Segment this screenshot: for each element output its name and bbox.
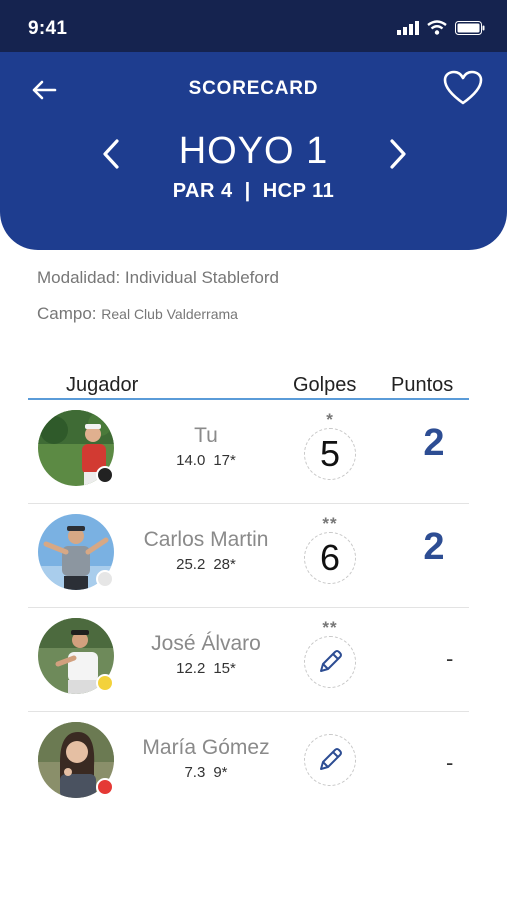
favorite-button[interactable] <box>441 66 485 110</box>
course-label: Campo: <box>37 304 97 323</box>
course-info: Campo: Real Club Valderrama <box>37 304 238 324</box>
column-header-strokes: Golpes <box>293 374 357 396</box>
stroke-allowance-stars: * <box>326 410 334 429</box>
handicap-index: 7.3 <box>184 764 206 781</box>
hole-par: PAR 4 <box>172 180 233 202</box>
column-header-points: Puntos <box>391 374 454 396</box>
player-handicap: 14.0 17* <box>126 452 286 469</box>
column-header-player: Jugador <box>66 374 139 396</box>
scorecard-header: SCORECARD HOYO 1 PAR 4 | HCP 11 <box>0 52 507 250</box>
pencil-icon <box>320 748 342 770</box>
table-row[interactable]: Tu 14.0 17* * 5 2 <box>28 400 469 504</box>
player-handicap: 12.2 15* <box>126 660 286 677</box>
table-row[interactable]: María Gómez 7.3 9* - <box>28 712 469 816</box>
page-title: SCORECARD <box>188 78 319 99</box>
wifi-icon <box>427 20 447 35</box>
tee-color-dot <box>96 466 114 484</box>
tee-color-dot <box>96 570 114 588</box>
playing-handicap: 15* <box>213 660 236 677</box>
player-name: Tu <box>194 424 218 447</box>
handicap-index: 25.2 <box>176 556 206 573</box>
stroke-allowance-stars: ** <box>322 514 338 533</box>
player-name: Carlos Martin <box>143 528 269 551</box>
course-value: Real Club Valderrama <box>101 306 238 322</box>
hole-hcp: HCP 11 <box>262 180 335 202</box>
chevron-right-icon <box>390 139 406 169</box>
points-value: - <box>446 646 454 671</box>
points-value: 2 <box>423 422 445 464</box>
hole-separator: | <box>244 180 251 202</box>
next-hole-button[interactable] <box>383 132 413 176</box>
battery-icon <box>455 20 485 35</box>
tee-color-dot <box>96 674 114 692</box>
handicap-index: 12.2 <box>176 660 206 677</box>
handicap-index: 14.0 <box>176 452 206 469</box>
player-name: José Álvaro <box>151 632 261 655</box>
status-bar: 9:41 <box>0 0 507 52</box>
playing-handicap: 28* <box>213 556 236 573</box>
status-icons <box>397 20 485 35</box>
modality-label: Modalidad: <box>37 268 121 287</box>
playing-handicap: 9* <box>213 764 228 781</box>
strokes-value[interactable]: 6 <box>304 532 356 584</box>
table-row[interactable]: José Álvaro 12.2 15* ** - <box>28 608 469 712</box>
modality-value: Individual Stableford <box>124 268 279 287</box>
signal-icon <box>397 20 419 35</box>
edit-strokes-button[interactable] <box>304 636 356 688</box>
stroke-allowance-stars: ** <box>322 618 338 637</box>
status-time: 9:41 <box>28 18 68 39</box>
playing-handicap: 17* <box>213 452 236 469</box>
tee-color-dot <box>96 778 114 796</box>
table-row[interactable]: Carlos Martin 25.2 28* ** 6 2 <box>28 504 469 608</box>
player-handicap: 25.2 28* <box>126 556 286 573</box>
hole-title: HOYO 1 <box>178 130 329 172</box>
points-value: - <box>446 750 454 775</box>
strokes-value[interactable]: 5 <box>304 428 356 480</box>
points-value: 2 <box>423 526 445 568</box>
player-name: María Gómez <box>142 736 270 759</box>
pencil-icon <box>320 650 342 672</box>
heart-icon <box>443 70 483 105</box>
modality-info: Modalidad: Individual Stableford <box>37 268 279 288</box>
edit-strokes-button[interactable] <box>304 734 356 786</box>
hole-details: PAR 4 | HCP 11 <box>0 180 507 203</box>
player-handicap: 7.3 9* <box>126 764 286 781</box>
